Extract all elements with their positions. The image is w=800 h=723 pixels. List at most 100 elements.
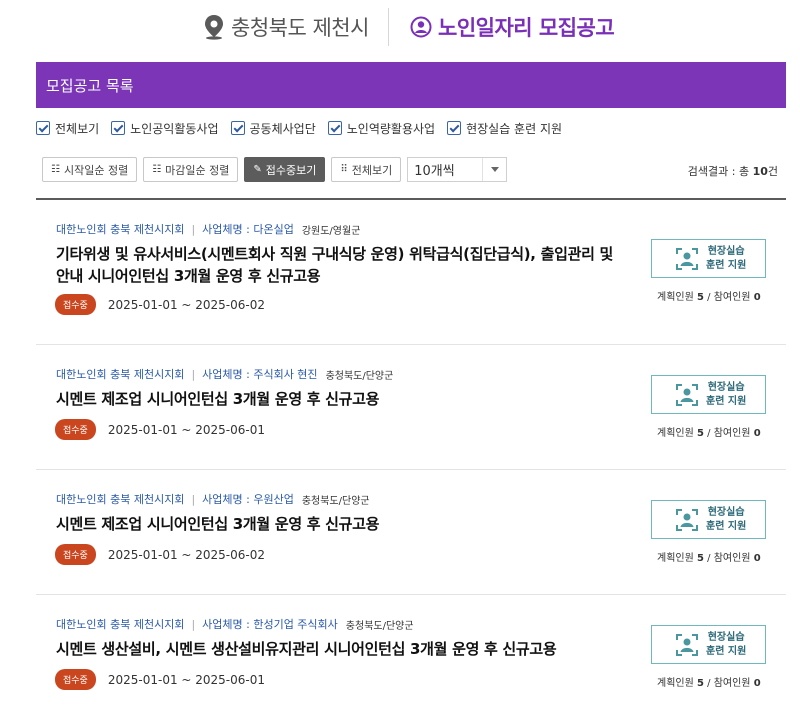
program-line: 훈련 지원 <box>706 520 747 532</box>
sort-end-button[interactable]: ☷ 마감일순 정렬 <box>143 157 239 182</box>
filter-label: 노인역량활용사업 <box>346 121 436 136</box>
join-count: 0 <box>753 428 761 439</box>
headcount: 계획인원 5 / 참여인원 0 <box>657 553 761 564</box>
view-open-button[interactable]: ✎ 접수중보기 <box>244 157 326 182</box>
program-type-button[interactable]: 현장실습 훈련 지원 <box>651 239 766 278</box>
join-count: 0 <box>753 553 761 564</box>
page-title-area: 노인일자리 모집공고 <box>410 12 615 42</box>
filter-capability[interactable]: 노인역량활용사업 <box>327 120 436 137</box>
job-title[interactable]: 시멘트 생산설비, 시멘트 생산설비유지관리 시니어인턴십 3개월 운영 후 신… <box>56 638 631 660</box>
program-label: 현장실습 훈련 지원 <box>706 245 746 273</box>
meta-divider: | <box>191 617 196 631</box>
status-row: 접수중 2025-01-01 ~ 2025-06-01 <box>55 669 265 690</box>
region: 강원도/영월군 <box>301 225 361 237</box>
filter-all[interactable]: 전체보기 <box>36 120 99 137</box>
chevron-down-icon[interactable] <box>482 158 506 181</box>
status-badge: 접수중 <box>55 419 96 440</box>
person-frame-icon <box>676 383 698 406</box>
job-card[interactable]: 대한노인회 충북 제천시지회 | 사업체명 : 주식회사 현진 충청북도/단양군… <box>36 345 786 470</box>
recruit-period: 2025-01-01 ~ 2025-06-02 <box>107 297 266 312</box>
program-type-button[interactable]: 현장실습 훈련 지원 <box>651 375 766 414</box>
job-title[interactable]: 기타위생 및 유사서비스(시멘트회사 직원 구내식당 운영) 위탁급식(집단급식… <box>56 243 631 287</box>
program-line: 현장실습 <box>707 381 745 393</box>
meta-divider: | <box>191 222 196 236</box>
company-name: 사업체명 : 한성기업 주식회사 <box>202 618 338 631</box>
job-meta: 대한노인회 충북 제천시지회 | 사업체명 : 한성기업 주식회사 충청북도/단… <box>56 616 414 632</box>
job-card[interactable]: 대한노인회 충북 제천시지회 | 사업체명 : 다온실업 강원도/영월군 기타위… <box>36 200 786 345</box>
program-label: 현장실습 훈련 지원 <box>706 631 746 659</box>
job-title[interactable]: 시멘트 제조업 시니어인턴십 3개월 운영 후 신규고용 <box>56 513 631 535</box>
page-title: 노인일자리 모집공고 <box>438 16 615 40</box>
sort-start-button[interactable]: ☷ 시작일순 정렬 <box>42 157 138 182</box>
checkbox-icon[interactable] <box>447 121 462 135</box>
program-type-button[interactable]: 현장실습 훈련 지원 <box>651 500 766 539</box>
page-size-select[interactable]: 10개씩 <box>407 157 508 182</box>
join-count: 0 <box>753 292 761 303</box>
join-count: 0 <box>753 678 761 689</box>
filter-field-training[interactable]: 현장실습 훈련 지원 <box>447 120 562 137</box>
job-meta: 대한노인회 충북 제천시지회 | 사업체명 : 주식회사 현진 충청북도/단양군 <box>56 366 393 382</box>
join-label: 참여인원 <box>713 292 751 303</box>
plan-count: 5 <box>697 678 704 689</box>
headcount: 계획인원 5 / 참여인원 0 <box>657 678 761 689</box>
program-type-button[interactable]: 현장실습 훈련 지원 <box>651 625 766 664</box>
filter-public-activity[interactable]: 노인공익활동사업 <box>111 120 219 137</box>
org-name: 대한노인회 충북 제천시지회 <box>56 618 185 631</box>
headcount: 계획인원 5 / 참여인원 0 <box>657 292 761 303</box>
plan-label: 계획인원 <box>657 678 694 689</box>
meta-divider: | <box>191 492 196 506</box>
recruit-period: 2025-01-01 ~ 2025-06-02 <box>107 547 266 562</box>
list-icon: ☷ <box>152 164 162 175</box>
person-frame-icon <box>676 247 698 270</box>
checkbox-icon[interactable] <box>111 121 126 135</box>
status-row: 접수중 2025-01-01 ~ 2025-06-02 <box>55 294 265 315</box>
list-banner: 모집공고 목록 <box>36 62 786 108</box>
list-toolbar: ☷ 시작일순 정렬 ☷ 마감일순 정렬 ✎ 접수중보기 ⠿ 전체보기 10개씩 <box>42 157 508 182</box>
status-badge: 접수중 <box>55 669 96 690</box>
company-name: 사업체명 : 우원산업 <box>202 493 294 506</box>
checkbox-icon[interactable] <box>230 121 245 135</box>
header-divider <box>388 8 389 46</box>
result-suffix: 건 <box>767 165 778 178</box>
filter-community[interactable]: 공동체사업단 <box>230 120 316 137</box>
status-row: 접수중 2025-01-01 ~ 2025-06-01 <box>55 419 265 440</box>
location-pin-icon <box>205 15 223 40</box>
plan-label: 계획인원 <box>657 428 694 439</box>
location-text: 충청북도 제천시 <box>231 16 369 40</box>
button-label: 전체보기 <box>351 163 393 177</box>
button-label: 시작일순 정렬 <box>63 163 129 177</box>
region: 충청북도/단양군 <box>325 370 394 382</box>
filter-label: 노인공익활동사업 <box>130 121 219 136</box>
region: 충청북도/단양군 <box>301 495 370 507</box>
button-label: 접수중보기 <box>265 163 317 177</box>
recruit-period: 2025-01-01 ~ 2025-06-01 <box>107 422 266 437</box>
status-badge: 접수중 <box>55 294 96 315</box>
job-meta: 대한노인회 충북 제천시지회 | 사업체명 : 다온실업 강원도/영월군 <box>56 221 360 237</box>
company-name: 사업체명 : 주식회사 현진 <box>202 368 318 381</box>
join-label: 참여인원 <box>713 553 751 564</box>
result-number: 10 <box>752 165 768 178</box>
job-card[interactable]: 대한노인회 충북 제천시지회 | 사업체명 : 우원산업 충청북도/단양군 시멘… <box>36 470 786 595</box>
recruit-period: 2025-01-01 ~ 2025-06-01 <box>107 672 266 687</box>
org-name: 대한노인회 충북 제천시지회 <box>56 493 185 506</box>
job-title[interactable]: 시멘트 제조업 시니어인턴십 3개월 운영 후 신규고용 <box>56 388 631 410</box>
status-badge: 접수중 <box>55 544 96 565</box>
plan-count: 5 <box>697 553 704 564</box>
program-line: 훈련 지원 <box>706 259 747 271</box>
org-name: 대한노인회 충북 제천시지회 <box>56 368 185 381</box>
region: 충청북도/단양군 <box>345 620 414 632</box>
job-card[interactable]: 대한노인회 충북 제천시지회 | 사업체명 : 한성기업 주식회사 충청북도/단… <box>36 595 786 720</box>
program-line: 훈련 지원 <box>706 395 747 407</box>
result-prefix: 검색결과 : 총 <box>687 165 753 178</box>
checkbox-icon[interactable] <box>327 121 342 135</box>
program-line: 현장실습 <box>707 506 745 518</box>
list-icon: ☷ <box>51 164 60 175</box>
view-all-button[interactable]: ⠿ 전체보기 <box>331 157 402 182</box>
checkbox-icon[interactable] <box>36 121 50 135</box>
company-name: 사업체명 : 다온실업 <box>202 223 294 236</box>
program-line: 현장실습 <box>707 245 745 257</box>
plan-label: 계획인원 <box>657 553 694 564</box>
select-value: 10개씩 <box>414 164 455 179</box>
join-label: 참여인원 <box>713 678 751 689</box>
org-name: 대한노인회 충북 제천시지회 <box>56 223 185 236</box>
